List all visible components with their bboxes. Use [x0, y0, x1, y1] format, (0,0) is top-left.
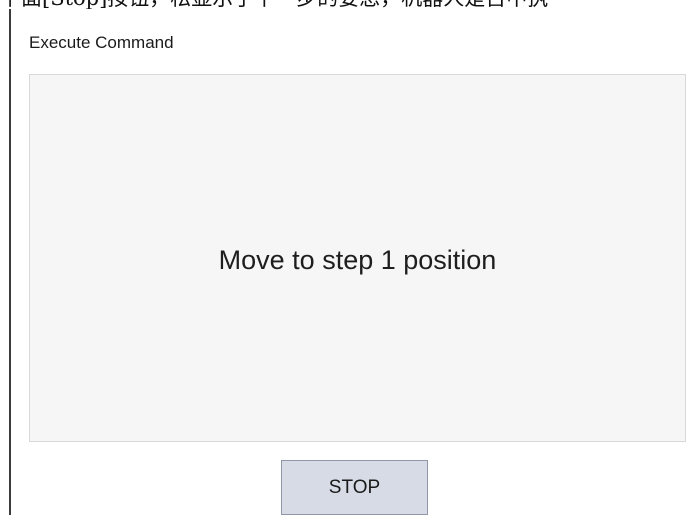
execute-command-dialog: Execute Command Move to step 1 position …	[9, 9, 698, 515]
stop-button[interactable]: STOP	[281, 460, 428, 515]
message-panel: Move to step 1 position	[29, 74, 686, 442]
screen: 下面[Stop]按钮，松显示了下一步的要息，机器人是否中执 Execute Co…	[0, 0, 698, 515]
background-document: 下面[Stop]按钮，松显示了下一步的要息，机器人是否中执	[0, 0, 698, 9]
status-message: Move to step 1 position	[218, 245, 497, 275]
background-document-text: 下面[Stop]按钮，松显示了下一步的要息，机器人是否中执	[0, 0, 698, 9]
dialog-title: Execute Command	[29, 33, 174, 52]
